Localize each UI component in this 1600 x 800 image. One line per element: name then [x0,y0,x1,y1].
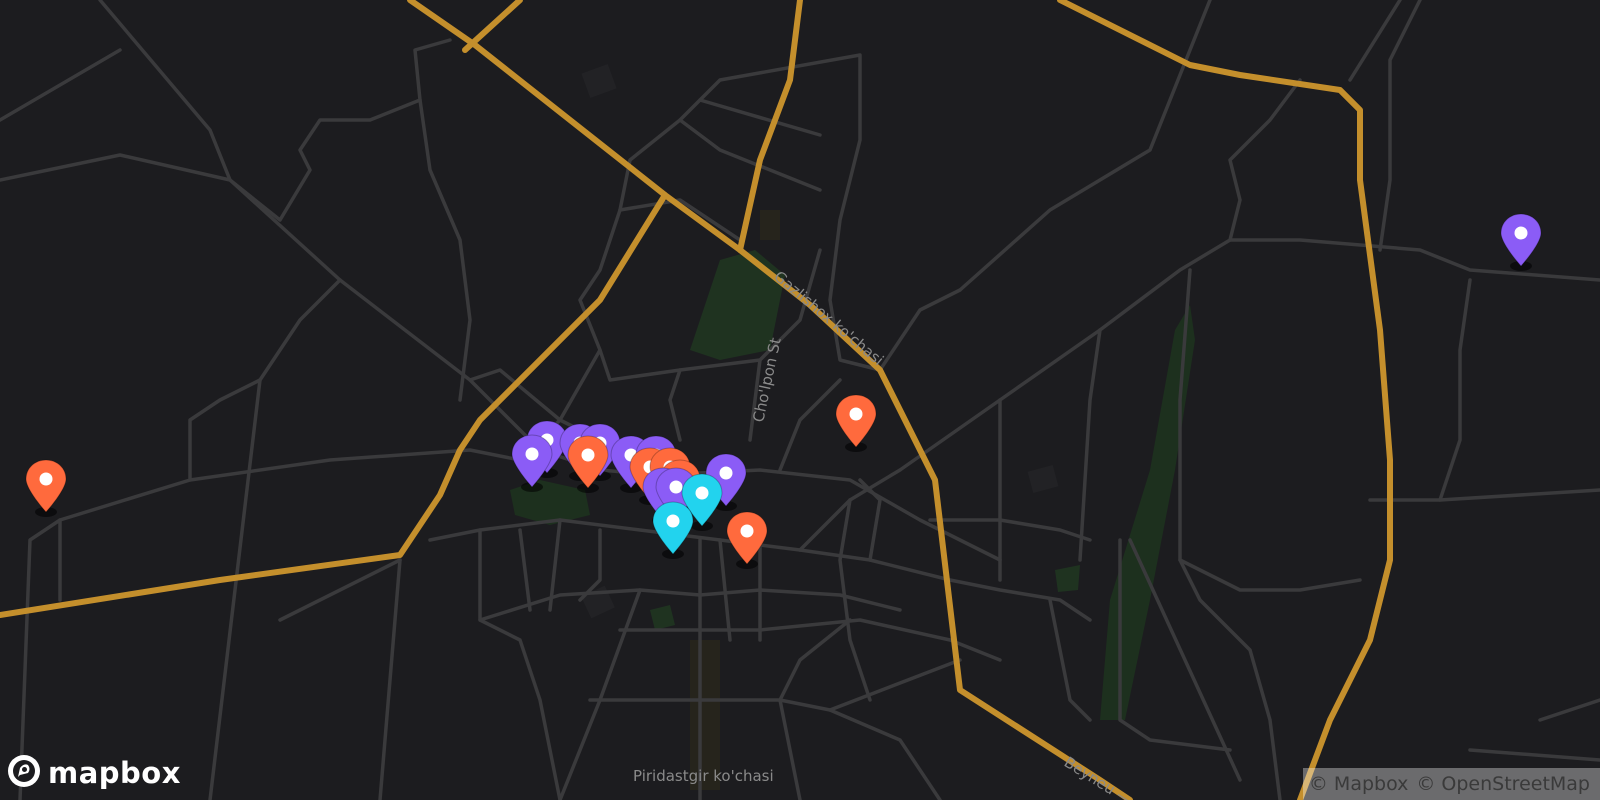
marker-orange[interactable] [833,393,879,455]
street-label-beyneu: Beyneu — S [1061,753,1147,800]
marker-purple[interactable] [509,433,555,495]
marker-purple[interactable] [1498,212,1544,274]
map-canvas[interactable]: Gazlishox ko'chasi Cho'lpon St Piridastg… [0,0,1600,800]
attribution-mapbox-link[interactable]: © Mapbox [1309,768,1408,800]
mapbox-logo-text: mapbox [48,756,181,790]
marker-orange[interactable] [23,458,69,520]
street-label-gazlishox: Gazlishox ko'chasi [770,267,887,369]
street-label-piridastgir: Piridastgir ko'chasi [633,767,774,785]
map-base-layer: Gazlishox ko'chasi Cho'lpon St Piridastg… [0,0,1600,800]
map-attribution: © Mapbox © OpenStreetMap [1302,768,1600,800]
marker-orange[interactable] [724,510,770,572]
mapbox-logo-icon [6,753,42,793]
mapbox-logo[interactable]: mapbox [6,754,181,792]
attribution-osm-link[interactable]: © OpenStreetMap [1416,768,1590,800]
marker-cyan[interactable] [650,500,696,562]
marker-orange[interactable] [565,434,611,496]
